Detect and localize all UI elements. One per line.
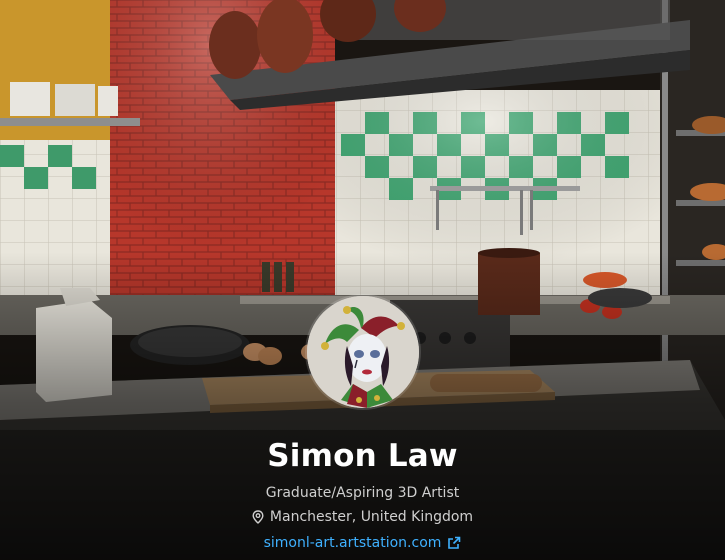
profile-header: Simon Law Graduate/Aspiring 3D Artist Ma… xyxy=(0,0,725,560)
profile-info: Simon Law Graduate/Aspiring 3D Artist Ma… xyxy=(0,296,725,552)
profile-headline: Graduate/Aspiring 3D Artist xyxy=(265,485,460,501)
external-link-icon[interactable] xyxy=(447,536,461,550)
avatar[interactable] xyxy=(306,296,419,408)
website-text[interactable]: simonl-art.artstation.com xyxy=(264,534,442,552)
location-text: Manchester, United Kingdom xyxy=(269,509,474,525)
jester-avatar-image xyxy=(306,296,419,408)
profile-location: Manchester, United Kingdom xyxy=(0,508,725,526)
map-pin-icon xyxy=(252,510,264,524)
profile-name: Simon Law xyxy=(267,438,458,474)
website-link[interactable]: simonl-art.artstation.com xyxy=(0,534,725,552)
